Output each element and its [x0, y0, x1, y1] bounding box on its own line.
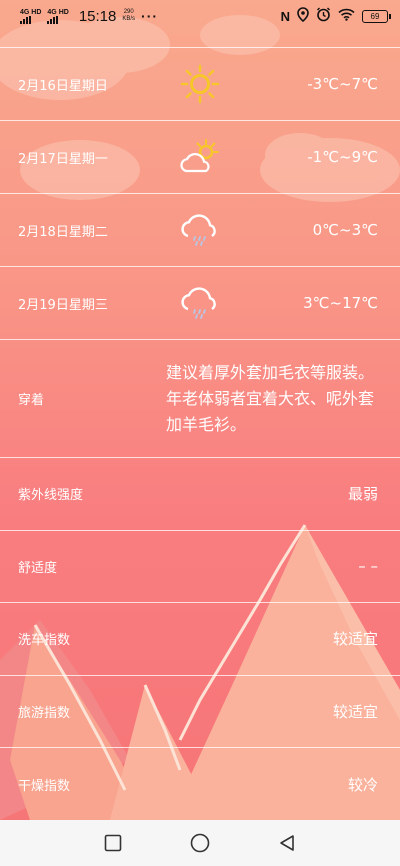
cloud-rain-icon	[178, 281, 222, 325]
uv-index-row[interactable]: 紫外线强度 最弱	[0, 458, 400, 531]
more-notifications-icon: ···	[141, 8, 159, 24]
index-value: 较适宜	[332, 630, 378, 649]
dryness-index-row[interactable]: 干燥指数 较冷	[0, 748, 400, 821]
forecast-row[interactable]: 2月17日星期一 -1℃~9℃	[0, 121, 400, 194]
nfc-icon: N	[280, 8, 290, 24]
cloud-rain-icon	[178, 208, 222, 252]
battery-icon: 69	[362, 9, 391, 23]
status-bar: 4G HD 4G HD 15:18 290 KB/s ··· N 69	[0, 0, 400, 32]
index-label: 干燥指数	[18, 778, 71, 794]
sun-icon	[178, 62, 222, 106]
dress-advice: 建议着厚外套加毛衣等服装。年老体弱者宜着大衣、呢外套加羊毛衫。	[166, 362, 375, 434]
forecast-date: 2月16日星期日	[18, 78, 108, 94]
forecast-row[interactable]: 2月18日星期二 0℃~3℃	[0, 194, 400, 267]
forecast-date: 2月19日星期三	[18, 297, 108, 313]
index-value: 最弱	[347, 485, 378, 504]
sim1-label: 4G HD	[20, 8, 42, 16]
weather-detail-list: 2月16日星期日 -3℃~7℃ 2月17日星期一 -1℃~9℃ 2月18日星期二…	[0, 32, 400, 821]
top-divider	[0, 32, 400, 48]
forecast-date: 2月18日星期二	[18, 224, 108, 240]
forecast-temp: -3℃~7℃	[307, 75, 378, 93]
battery-level: 69	[370, 11, 380, 21]
system-nav-bar	[0, 820, 400, 866]
dress-index-row[interactable]: 穿着 建议着厚外套加毛衣等服装。年老体弱者宜着大衣、呢外套加羊毛衫。	[0, 340, 400, 458]
dress-label: 穿着	[18, 393, 45, 408]
net-speed-unit: KB/s	[122, 16, 136, 22]
forecast-date: 2月17日星期一	[18, 151, 108, 167]
partly-cloudy-icon	[178, 135, 222, 179]
net-speed-value: 290	[123, 9, 134, 15]
wifi-icon	[338, 8, 355, 24]
location-icon	[297, 7, 309, 25]
index-label: 紫外线强度	[18, 488, 84, 504]
alarm-icon	[316, 7, 331, 25]
forecast-temp: -1℃~9℃	[307, 148, 378, 166]
car-wash-index-row[interactable]: 洗车指数 较适宜	[0, 603, 400, 676]
clock: 15:18	[78, 7, 117, 25]
index-label: 洗车指数	[18, 633, 71, 649]
comfort-index-row[interactable]: 舒适度 – –	[0, 531, 400, 603]
sim2-label: 4G HD	[47, 8, 69, 16]
forecast-temp: 0℃~3℃	[312, 221, 378, 239]
index-label: 舒适度	[18, 560, 58, 576]
index-value: 较冷	[347, 775, 378, 794]
circle-home-icon[interactable]	[188, 831, 212, 855]
net-speed: 290 KB/s	[122, 9, 135, 23]
signal-sim2-icon: 4G HD	[47, 8, 69, 24]
travel-index-row[interactable]: 旅游指数 较适宜	[0, 676, 400, 748]
index-value: – –	[358, 557, 378, 576]
triangle-back-icon[interactable]	[275, 831, 299, 855]
index-value: 较适宜	[332, 702, 378, 721]
signal-sim1-icon: 4G HD	[20, 9, 41, 24]
index-label: 旅游指数	[18, 705, 71, 721]
forecast-row[interactable]: 2月16日星期日 -3℃~7℃	[0, 48, 400, 121]
forecast-temp: 3℃~17℃	[303, 294, 378, 312]
square-recent-icon[interactable]	[101, 831, 125, 855]
forecast-row[interactable]: 2月19日星期三 3℃~17℃	[0, 267, 400, 340]
